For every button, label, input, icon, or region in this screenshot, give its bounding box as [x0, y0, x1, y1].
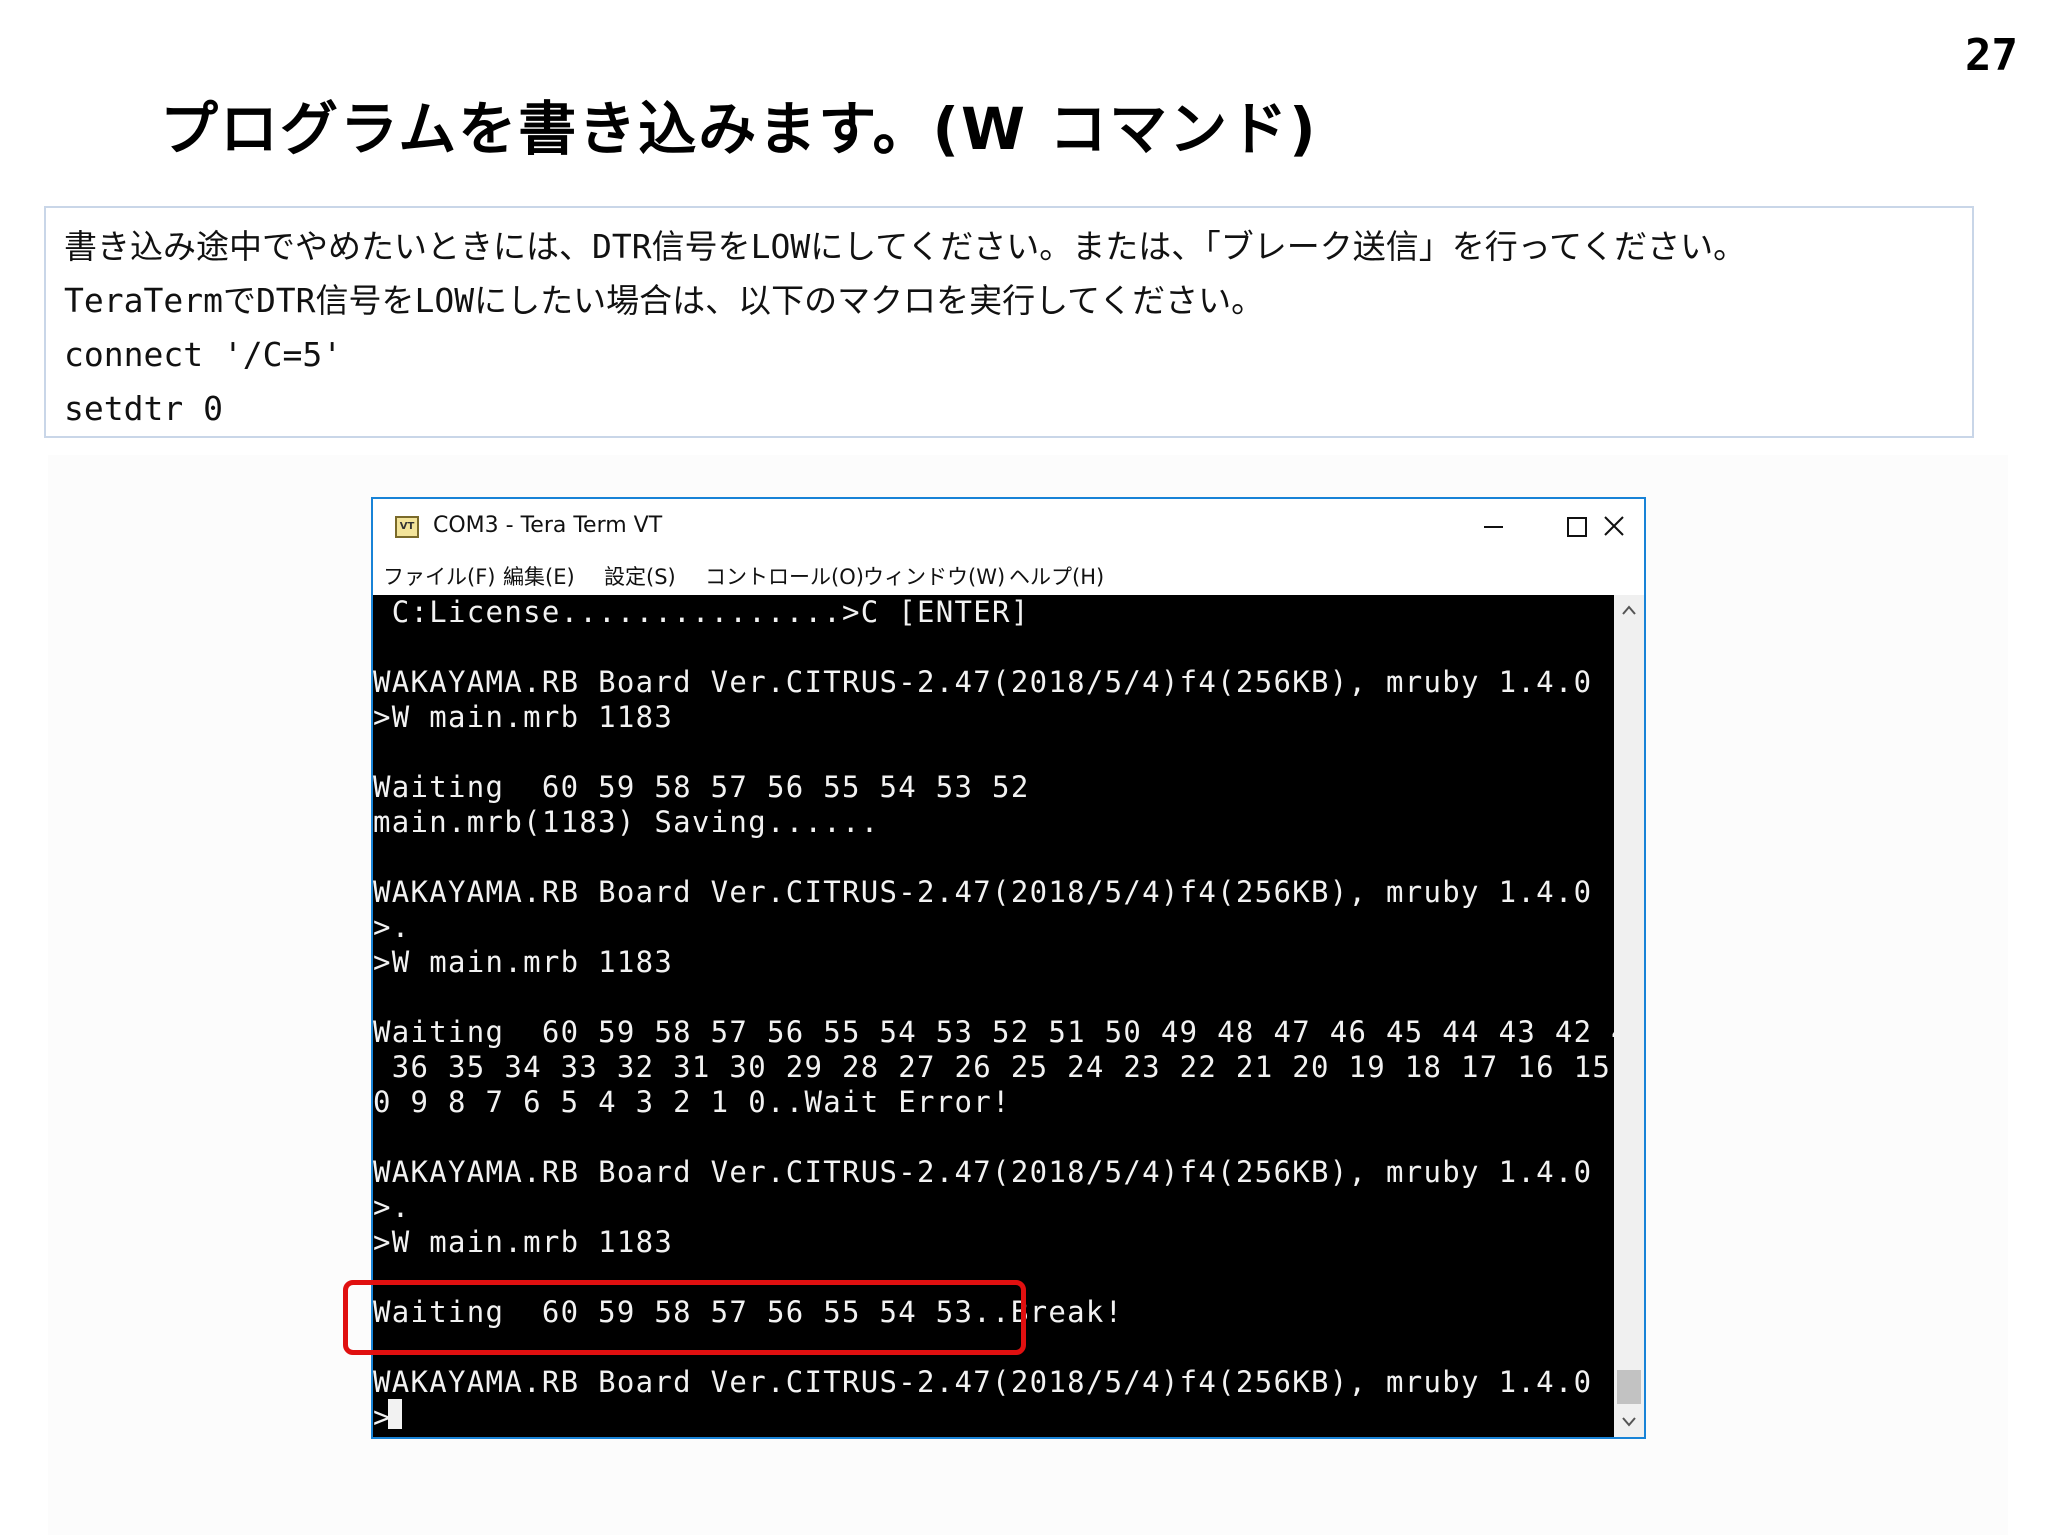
chevron-up-icon	[1622, 605, 1636, 615]
close-button[interactable]	[1585, 507, 1645, 547]
menu-edit[interactable]: 編集(E)	[503, 561, 575, 591]
vertical-scrollbar[interactable]	[1614, 595, 1644, 1437]
terminal-line: Waiting 60 59 58 57 56 55 54 53 52	[373, 770, 1030, 804]
terminal-line: WAKAYAMA.RB Board Ver.CITRUS-2.47(2018/5…	[373, 1365, 1614, 1399]
terminal-line: 0 9 8 7 6 5 4 3 2 1 0..Wait Error!	[373, 1085, 1011, 1119]
scroll-down-button[interactable]	[1614, 1407, 1644, 1437]
terminal-line: C:License...............>C [ENTER]	[373, 595, 1030, 629]
menu-file[interactable]: ファイル(F)	[383, 561, 495, 591]
note-box: 書き込み途中でやめたいときには、DTR信号をLOWにしてください。または、「ブレ…	[44, 206, 1974, 438]
close-icon	[1604, 516, 1624, 536]
terminal-line: WAKAYAMA.RB Board Ver.CITRUS-2.47(2018/5…	[373, 665, 1614, 699]
menu-bar: ファイル(F) 編集(E) 設定(S) コントロール(O) ウィンドウ(W) ヘ…	[373, 557, 1644, 593]
title-bar[interactable]: VT COM3 - Tera Term VT	[373, 499, 1644, 557]
scroll-thumb[interactable]	[1617, 1370, 1641, 1404]
page-number: 27	[1965, 30, 2018, 81]
terminal-cursor	[388, 1399, 402, 1429]
terminal-line: >W main.mrb 1183	[373, 1225, 674, 1259]
terminal-line: >.	[373, 910, 411, 944]
window-title: COM3 - Tera Term VT	[433, 513, 663, 538]
terminal-line: 36 35 34 33 32 31 30 29 28 27 26 25 24 2…	[391, 1050, 1612, 1084]
highlight-box	[343, 1280, 1026, 1355]
terminal-line: main.mrb(1183) Saving......	[373, 805, 880, 839]
note-line: setdtr 0	[64, 389, 223, 428]
terminal-line: >W main.mrb 1183	[373, 945, 674, 979]
teraterm-icon: VT	[395, 516, 419, 538]
terminal-line: >.	[373, 1190, 411, 1224]
menu-window[interactable]: ウィンドウ(W)	[863, 561, 1005, 591]
terminal-line: >W main.mrb 1183	[373, 700, 674, 734]
slide-title: プログラムを書き込みます。(W コマンド)	[160, 95, 1318, 163]
terminal-line: WAKAYAMA.RB Board Ver.CITRUS-2.47(2018/5…	[373, 1155, 1614, 1189]
minimize-icon	[1484, 526, 1503, 528]
chevron-down-icon	[1622, 1417, 1636, 1427]
menu-setup[interactable]: 設定(S)	[604, 561, 676, 591]
menu-help[interactable]: ヘルプ(H)	[1009, 561, 1104, 591]
menu-control[interactable]: コントロール(O)	[705, 561, 864, 591]
scroll-up-button[interactable]	[1614, 595, 1644, 625]
terminal-line: Waiting 60 59 58 57 56 55 54 53 52 51 50…	[373, 1015, 1614, 1049]
terminal-line: WAKAYAMA.RB Board Ver.CITRUS-2.47(2018/5…	[373, 875, 1614, 909]
note-line: 書き込み途中でやめたいときには、DTR信号をLOWにしてください。または、「ブレ…	[64, 227, 1747, 266]
minimize-button[interactable]	[1463, 507, 1523, 547]
note-line: connect '/C=5'	[64, 335, 343, 374]
note-line: TeraTermでDTR信号をLOWにしたい場合は、以下のマクロを実行してくださ…	[64, 281, 1265, 320]
